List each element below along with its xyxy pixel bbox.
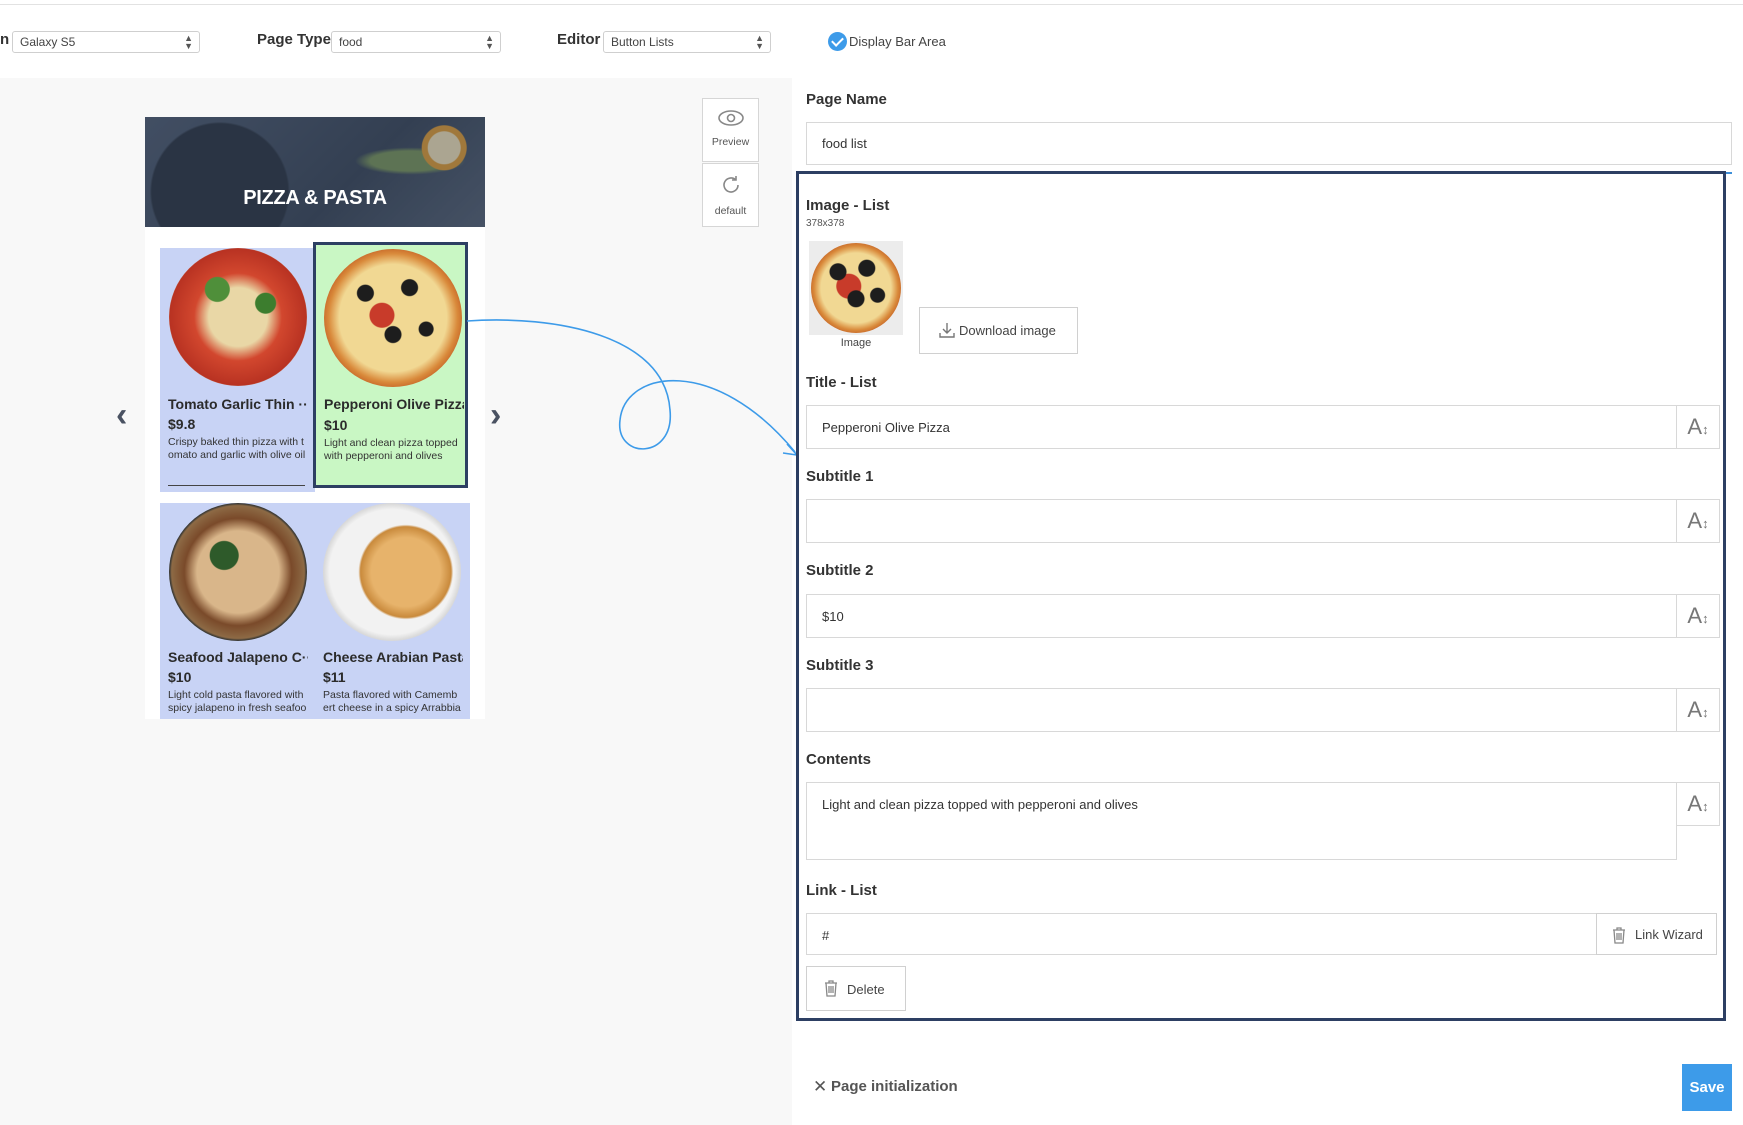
link-wizard-label: Link Wizard	[1635, 927, 1703, 942]
subtitle2-input[interactable]: $10	[806, 594, 1677, 638]
item-price: $10	[168, 669, 192, 685]
download-image-button[interactable]: Download image	[919, 307, 1078, 354]
device-label: n	[0, 31, 10, 48]
subtitle1-input[interactable]	[806, 499, 1677, 543]
default-button[interactable]: default	[702, 163, 759, 227]
item-title: Pepperoni Olive Pizza	[324, 396, 464, 412]
item-desc: Pasta flavored with Camembert cheese in …	[323, 689, 461, 717]
page-type-select[interactable]: food ▲ ▼	[331, 31, 501, 53]
preview-label: Preview	[711, 136, 750, 148]
eye-icon	[703, 108, 758, 132]
top-divider	[0, 4, 1743, 5]
item-desc: Light cold pasta flavored with spicy jal…	[168, 689, 307, 714]
updown-icon: ▲ ▼	[755, 33, 764, 51]
subtitle2-row: $10 A↕	[806, 594, 1720, 638]
item-desc: Crispy baked thin pizza with tomato and …	[168, 436, 306, 461]
list-item[interactable]: Seafood Jalapeno C··· $10 Light cold pas…	[160, 503, 315, 719]
phone-preview: PIZZA & PASTA Tomato Garlic Thin ··· $9.…	[145, 117, 485, 719]
editor-select[interactable]: Button Lists ▲ ▼	[603, 31, 771, 53]
contents-label: Contents	[806, 751, 871, 768]
prev-arrow-icon[interactable]: ‹	[116, 396, 127, 435]
trash-icon	[825, 980, 837, 997]
default-label: default	[714, 205, 747, 217]
download-icon	[939, 323, 955, 338]
food-image	[324, 249, 462, 387]
link-wizard-button[interactable]: Link Wizard	[1596, 913, 1717, 955]
delete-label: Delete	[847, 982, 885, 997]
item-title: Seafood Jalapeno C···	[168, 649, 308, 665]
item-price: $9.8	[168, 416, 196, 432]
link-list-input[interactable]: #	[806, 913, 1597, 955]
title-list-row: Pepperoni Olive Pizza A↕	[806, 405, 1720, 449]
title-list-input[interactable]: Pepperoni Olive Pizza	[806, 405, 1677, 449]
subtitle2-label: Subtitle 2	[806, 562, 874, 579]
food-image	[169, 248, 307, 386]
image-caption: Image	[840, 337, 872, 349]
image-thumbnail[interactable]	[809, 241, 903, 335]
image-size: 378x378	[806, 218, 845, 229]
close-icon[interactable]: ✕	[813, 1077, 827, 1097]
item-underline	[168, 485, 305, 486]
item-price: $11	[323, 669, 346, 685]
list-item[interactable]: Cheese Arabian Pasta $11 Pasta flavored …	[315, 503, 470, 719]
trash-icon	[1613, 927, 1625, 944]
display-bar-checkbox[interactable]	[828, 32, 847, 51]
subtitle1-row: A↕	[806, 499, 1720, 543]
banner-image: PIZZA & PASTA	[145, 117, 485, 227]
item-title: Cheese Arabian Pasta	[323, 649, 463, 665]
text-format-icon[interactable]: A↕	[1676, 782, 1720, 826]
food-image	[323, 503, 461, 641]
page-name-label: Page Name	[806, 91, 887, 108]
page-type-label: Page Type	[257, 31, 331, 48]
device-select[interactable]: Galaxy S5 ▲ ▼	[12, 31, 200, 53]
text-format-icon[interactable]: A↕	[1676, 405, 1720, 449]
title-list-label: Title - List	[806, 374, 877, 391]
page-name-input[interactable]: food list	[806, 122, 1732, 165]
list-item[interactable]: Tomato Garlic Thin ··· $9.8 Crispy baked…	[160, 248, 315, 492]
updown-icon: ▲ ▼	[485, 33, 494, 51]
save-button[interactable]: Save	[1682, 1064, 1732, 1111]
item-price: $10	[324, 417, 348, 433]
subtitle3-input[interactable]	[806, 688, 1677, 732]
link-list-label: Link - List	[806, 882, 877, 899]
image-list-label: Image - List	[806, 197, 890, 214]
food-image	[811, 243, 901, 333]
text-format-icon[interactable]: A↕	[1676, 688, 1720, 732]
item-desc: Light and clean pizza topped with pepper…	[324, 437, 458, 462]
text-format-icon[interactable]: A↕	[1676, 499, 1720, 543]
food-image	[169, 503, 307, 641]
contents-row: Light and clean pizza topped with pepper…	[806, 782, 1720, 860]
text-format-icon[interactable]: A↕	[1676, 594, 1720, 638]
editor-label: Editor	[557, 31, 601, 48]
item-title: Tomato Garlic Thin ···	[168, 396, 308, 412]
list-item-selected[interactable]: Pepperoni Olive Pizza $10 Light and clea…	[313, 242, 468, 488]
download-label: Download image	[959, 323, 1056, 338]
refresh-icon	[703, 173, 758, 201]
delete-button[interactable]: Delete	[806, 966, 906, 1011]
subtitle1-label: Subtitle 1	[806, 468, 874, 485]
preview-button[interactable]: Preview	[702, 98, 759, 162]
device-select-value: Galaxy S5	[20, 35, 76, 49]
display-bar-label: Display Bar Area	[849, 34, 946, 49]
subtitle3-row: A↕	[806, 688, 1720, 732]
page-initialization-button[interactable]: Page initialization	[831, 1078, 958, 1095]
banner-title: PIZZA & PASTA	[243, 187, 387, 209]
subtitle3-label: Subtitle 3	[806, 657, 874, 674]
editor-select-value: Button Lists	[611, 35, 674, 49]
connector-arrow	[466, 319, 800, 457]
updown-icon: ▲ ▼	[184, 33, 193, 51]
page-type-value: food	[339, 35, 363, 49]
contents-textarea[interactable]: Light and clean pizza topped with pepper…	[806, 782, 1677, 860]
